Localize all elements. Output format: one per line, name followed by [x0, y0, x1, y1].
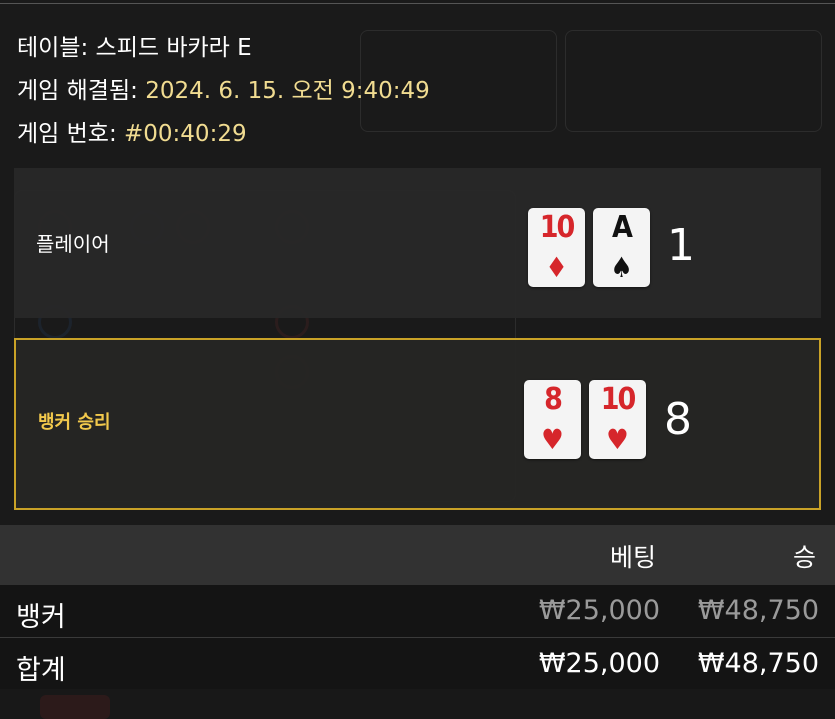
table-name: 스피드 바카라 E: [95, 35, 252, 61]
spade-suit-icon: ♠: [610, 251, 633, 284]
win-amount: ₩48,750: [697, 595, 819, 626]
player-score: 1: [667, 220, 695, 271]
table-info: 테이블: 스피드 바카라 E: [17, 28, 252, 62]
banker-card-2: 10 ♥: [589, 380, 646, 459]
resolved-label: 게임 해결됨:: [17, 78, 138, 104]
total-win-amount: ₩48,750: [697, 648, 819, 679]
player-hand-row: 플레이어 10 ♦ A ♠ 1: [14, 168, 821, 318]
banker-hand-row: 뱅커 승리 8 ♥ 10 ♥ 8: [14, 338, 821, 510]
player-label: 플레이어: [36, 232, 110, 256]
round-label: 게임 번호:: [17, 121, 117, 147]
banker-score: 8: [664, 394, 692, 445]
win-column-header: 승: [793, 543, 817, 572]
bet-type: 뱅커: [16, 602, 66, 633]
bg-betting-area: [565, 30, 822, 132]
bet-column-header: 베팅: [610, 543, 657, 572]
round-number: #00:40:29: [124, 121, 247, 147]
total-label: 합계: [16, 655, 66, 686]
player-card-1: 10 ♦: [528, 208, 585, 287]
bg-chip: [40, 695, 110, 719]
bet-row-banker: 뱅커 ₩25,000 ₩48,750: [0, 585, 835, 637]
bet-table-header: 베팅 승: [0, 525, 835, 585]
bet-amount: ₩25,000: [538, 595, 660, 626]
bottom-background: [0, 689, 835, 719]
card-rank: 10: [600, 382, 637, 417]
card-rank: A: [612, 210, 633, 245]
resolved-time-info: 게임 해결됨: 2024. 6. 15. 오전 9:40:49: [17, 71, 430, 105]
table-label: 테이블:: [17, 35, 89, 61]
round-info: 게임 번호: #00:40:29: [17, 114, 247, 148]
bet-row-total: 합계 ₩25,000 ₩48,750: [0, 637, 835, 690]
player-card-2: A ♠: [593, 208, 650, 287]
top-divider: [0, 3, 835, 4]
resolved-time: 2024. 6. 15. 오전 9:40:49: [145, 78, 430, 104]
card-rank: 10: [539, 210, 576, 245]
heart-suit-icon: ♥: [606, 423, 629, 456]
banker-card-1: 8 ♥: [524, 380, 581, 459]
card-rank: 8: [544, 382, 563, 417]
total-bet-amount: ₩25,000: [538, 648, 660, 679]
banker-win-label: 뱅커 승리: [38, 412, 111, 433]
heart-suit-icon: ♥: [541, 423, 564, 456]
diamond-suit-icon: ♦: [545, 251, 568, 284]
